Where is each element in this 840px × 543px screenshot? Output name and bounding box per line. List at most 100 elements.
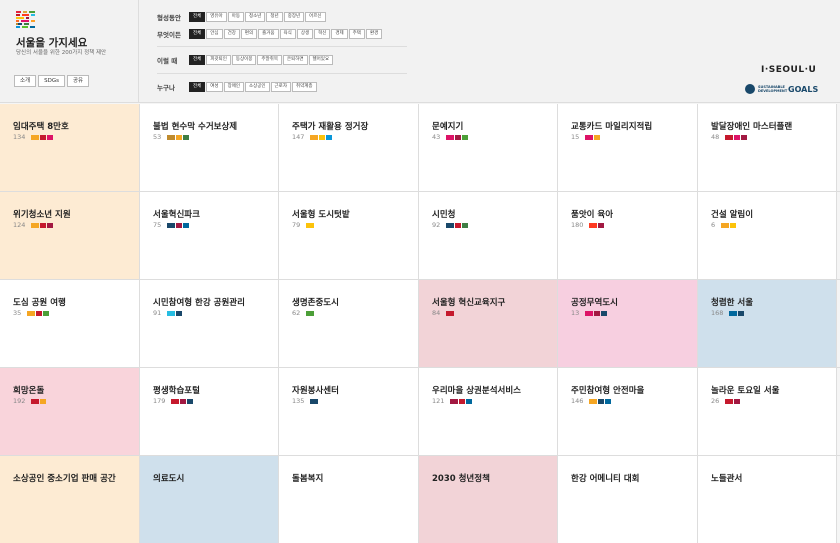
policy-card[interactable]: 공정무역도시 13 xyxy=(558,280,697,367)
site-title: 서울을 가지세요 xyxy=(16,37,88,49)
policy-card[interactable]: 도심 공원 여행 35 xyxy=(0,280,139,367)
filter-chip[interactable]: 상생 xyxy=(296,29,314,39)
policy-card[interactable]: 생명존중도시 62 xyxy=(279,280,418,367)
filter-chip[interactable]: 경제 xyxy=(331,29,348,39)
policy-meta: 91 xyxy=(153,309,183,317)
policy-card[interactable]: 시민참여형 한강 공원관리 91 xyxy=(140,280,278,367)
policy-card[interactable]: 시민청 92 xyxy=(419,192,557,279)
filter-chip[interactable]: 환경 xyxy=(365,29,383,39)
filter-chip[interactable]: 청년 xyxy=(266,12,283,22)
seoul-logo-icon[interactable] xyxy=(16,11,36,29)
filter-chip[interactable]: 전체 xyxy=(189,55,206,65)
tab-share[interactable]: 공유 xyxy=(66,75,90,87)
policy-card[interactable]: 돌봄복지 xyxy=(279,456,418,543)
logo-bar xyxy=(16,14,20,16)
policy-title: 주민참여형 안전마을 xyxy=(571,386,645,396)
filter-chip[interactable]: 즐거움 xyxy=(258,29,279,39)
sdg-tag-icon xyxy=(730,222,737,228)
policy-meta: 147 xyxy=(292,133,333,141)
policy-card[interactable]: 노들관서 xyxy=(698,456,836,543)
sdg-tag-icon xyxy=(462,222,469,228)
policy-card[interactable]: 품앗이 육아 180 xyxy=(558,192,697,279)
policy-title: 우리마을 상권분석서비스 xyxy=(432,386,521,396)
filter-chip[interactable]: 근로자 xyxy=(270,82,291,92)
policy-meta: 26 xyxy=(711,397,741,405)
sdg-tag-icon xyxy=(36,310,43,316)
policy-card[interactable]: 위기청소년 지원 124 xyxy=(0,192,139,279)
tab-sdgs[interactable]: SDGs xyxy=(38,75,65,87)
policy-card[interactable]: 발달장애인 마스터플랜 48 xyxy=(698,104,836,191)
policy-meta: 124 xyxy=(13,221,54,229)
policy-card[interactable]: 건설 알림이 6 xyxy=(698,192,836,279)
policy-meta: 13 xyxy=(571,309,608,317)
filter-chip[interactable]: 어르신 xyxy=(305,12,326,22)
filter-chip[interactable]: 청소년 xyxy=(244,12,266,22)
filter-chip[interactable]: 은퇴하면 xyxy=(282,55,308,65)
sdg-tag-icon xyxy=(462,134,469,140)
sdg-tag-icon xyxy=(40,398,47,404)
filter-chip[interactable]: 중장년 xyxy=(283,12,305,22)
policy-title: 주택가 재활용 정거장 xyxy=(292,122,369,132)
policy-card[interactable]: 불법 현수막 수거보상제 53 xyxy=(140,104,278,191)
filter-chip[interactable]: 아동 xyxy=(227,12,244,22)
filter-chip[interactable]: 장애인 xyxy=(223,82,244,92)
sdg-tag-icon xyxy=(455,222,462,228)
policy-card[interactable]: 주민참여형 안전마을 146 xyxy=(558,368,697,455)
filter-chip[interactable]: 여성 xyxy=(206,82,223,92)
filter-chip[interactable]: 편의 xyxy=(240,29,258,39)
logo-bar xyxy=(16,17,24,19)
filter-chip[interactable]: 취약계층 xyxy=(291,82,317,92)
policy-card[interactable]: 의료도시 xyxy=(140,456,278,543)
logo-bar xyxy=(29,11,35,13)
policy-card[interactable]: 우리마을 상권분석서비스 121 xyxy=(419,368,557,455)
policy-card[interactable]: 임대주택 8만호 134 xyxy=(0,104,139,191)
sdg-tag-icon xyxy=(446,134,455,140)
policy-card[interactable]: 서울혁신파크 75 xyxy=(140,192,278,279)
filter-chip[interactable]: 전체 xyxy=(189,12,206,22)
filter-chip[interactable]: 안심 xyxy=(206,29,223,39)
policy-card[interactable]: 서울형 혁신교육지구 84 xyxy=(419,280,557,367)
policy-card[interactable]: 교통카드 마일리지적립 15 xyxy=(558,104,697,191)
policy-card[interactable]: 희망온돌 192 xyxy=(0,368,139,455)
filter-chip[interactable]: 소상공인 xyxy=(244,82,270,92)
policy-title: 불법 현수막 수거보상제 xyxy=(153,122,238,132)
policy-count: 121 xyxy=(432,397,445,405)
logo-bar xyxy=(18,23,22,25)
policy-card[interactable]: 놀라운 토요일 서울 26 xyxy=(698,368,836,455)
sdg-tag-icon xyxy=(176,222,183,228)
filter-chip[interactable]: 동상이몽 xyxy=(231,55,257,65)
filter-chip[interactable]: 헬어있요 xyxy=(308,55,334,65)
policy-count: 179 xyxy=(153,397,166,405)
logo-bar xyxy=(22,26,28,28)
tab-about[interactable]: 소개 xyxy=(14,75,37,87)
sdg-tag-icon xyxy=(40,222,47,228)
logo-bar xyxy=(16,26,20,28)
filter-chip[interactable]: 피갖퇴인 xyxy=(206,55,231,65)
policy-card[interactable]: 평생학습포털 179 xyxy=(140,368,278,455)
policy-meta: 92 xyxy=(432,221,469,229)
policy-card[interactable]: 한강 어메니티 대회 xyxy=(558,456,697,543)
filter-chip[interactable]: 영유아 xyxy=(206,12,227,22)
filter-chip[interactable]: 혁신 xyxy=(314,29,331,39)
policy-card[interactable]: 주택가 재활용 정거장 147 xyxy=(279,104,418,191)
filter-chip[interactable]: 전체 xyxy=(189,82,206,92)
policy-card[interactable]: 소상공인 중소기업 판매 공간 xyxy=(0,456,139,543)
filter-chip[interactable]: 주택 xyxy=(348,29,365,39)
filter-chip[interactable]: 건강 xyxy=(223,29,240,39)
policy-card[interactable]: 서울형 도시텃밭 79 xyxy=(279,192,418,279)
policy-title: 자원봉사센터 xyxy=(292,386,339,396)
policy-title: 교통카드 마일리지적립 xyxy=(571,122,653,132)
policy-card[interactable]: 청렴한 서울 168 xyxy=(698,280,836,367)
filter-chip[interactable]: 전체 xyxy=(189,29,206,39)
filter-chip[interactable]: 주말취목 xyxy=(257,55,282,65)
filter-chip[interactable]: 육식 xyxy=(279,29,296,39)
policy-card[interactable]: 2030 청년정책 xyxy=(419,456,557,543)
policy-card[interactable]: 문예지기 43 xyxy=(419,104,557,191)
sdg-tag-icon xyxy=(585,134,594,140)
sdg-tag-icon xyxy=(31,134,40,140)
filter-label: 이럴 때 xyxy=(157,57,178,65)
policy-card[interactable]: 자원봉사센터 135 xyxy=(279,368,418,455)
policy-grid: 임대주택 8만호 134 불법 현수막 수거보상제 53 주택가 재활용 정거장 147 문… xyxy=(0,104,840,543)
policy-count: 168 xyxy=(711,309,724,317)
sdg-tag-icon xyxy=(601,310,608,316)
